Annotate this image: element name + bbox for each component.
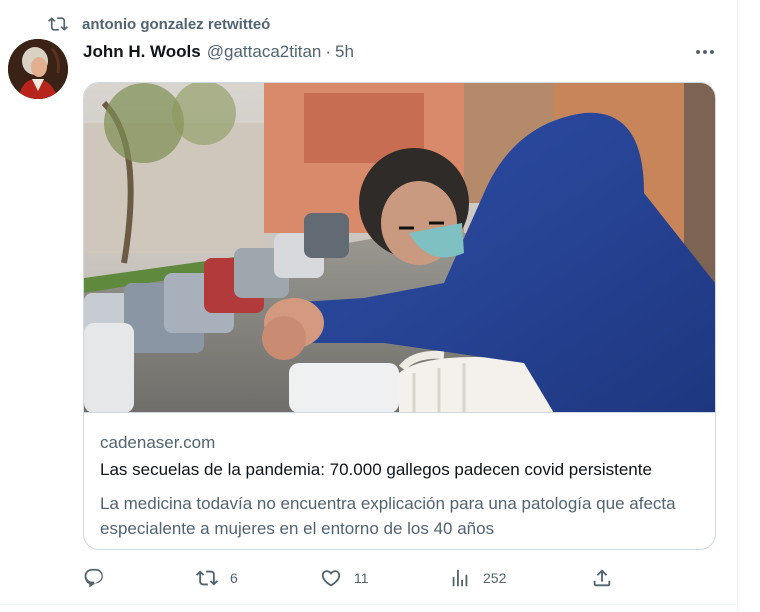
card-description: La medicina todavía no encuentra explica… bbox=[100, 494, 676, 538]
avatar[interactable] bbox=[8, 39, 68, 99]
views-button[interactable]: 252 bbox=[449, 564, 506, 592]
views-count: 252 bbox=[483, 570, 507, 586]
reply-icon bbox=[84, 568, 103, 588]
tweet-actions: 6 11 252 bbox=[83, 564, 623, 592]
tweet-header: John H. Wools @gattaca2titan · 5h bbox=[83, 40, 354, 64]
tweet[interactable]: antonio gonzalez retwitteó John H. Wools… bbox=[0, 0, 738, 612]
like-count: 11 bbox=[354, 570, 369, 586]
retweet-icon bbox=[196, 570, 218, 586]
retweet-text[interactable]: antonio gonzalez retwitteó bbox=[82, 16, 270, 33]
card-title[interactable]: Las secuelas de la pandemia: 70.000 gall… bbox=[100, 457, 700, 483]
author-name[interactable]: John H. Wools bbox=[83, 42, 201, 62]
card-domain: cadenaser.com bbox=[100, 433, 216, 452]
heart-icon bbox=[321, 570, 341, 587]
divider bbox=[0, 604, 738, 605]
side-gutter bbox=[738, 0, 760, 612]
separator-dot: · bbox=[325, 42, 332, 61]
reply-button[interactable] bbox=[83, 564, 105, 592]
card-image[interactable] bbox=[84, 83, 715, 413]
share-button[interactable] bbox=[591, 564, 613, 592]
like-button[interactable]: 11 bbox=[320, 564, 369, 592]
share-icon bbox=[593, 569, 611, 587]
more-options-icon[interactable] bbox=[690, 40, 720, 64]
tweet-time[interactable]: 5h bbox=[335, 42, 354, 62]
views-icon bbox=[452, 569, 468, 587]
retweet-context[interactable]: antonio gonzalez retwitteó bbox=[48, 12, 270, 36]
retweet-button[interactable]: 6 bbox=[196, 564, 238, 592]
card-body: cadenaser.com Las secuelas de la pandemi… bbox=[100, 431, 700, 541]
retweet-count: 6 bbox=[230, 570, 238, 586]
retweet-icon bbox=[48, 14, 68, 34]
author-handle[interactable]: @gattaca2titan bbox=[207, 42, 322, 62]
link-card[interactable]: cadenaser.com Las secuelas de la pandemi… bbox=[83, 82, 716, 550]
